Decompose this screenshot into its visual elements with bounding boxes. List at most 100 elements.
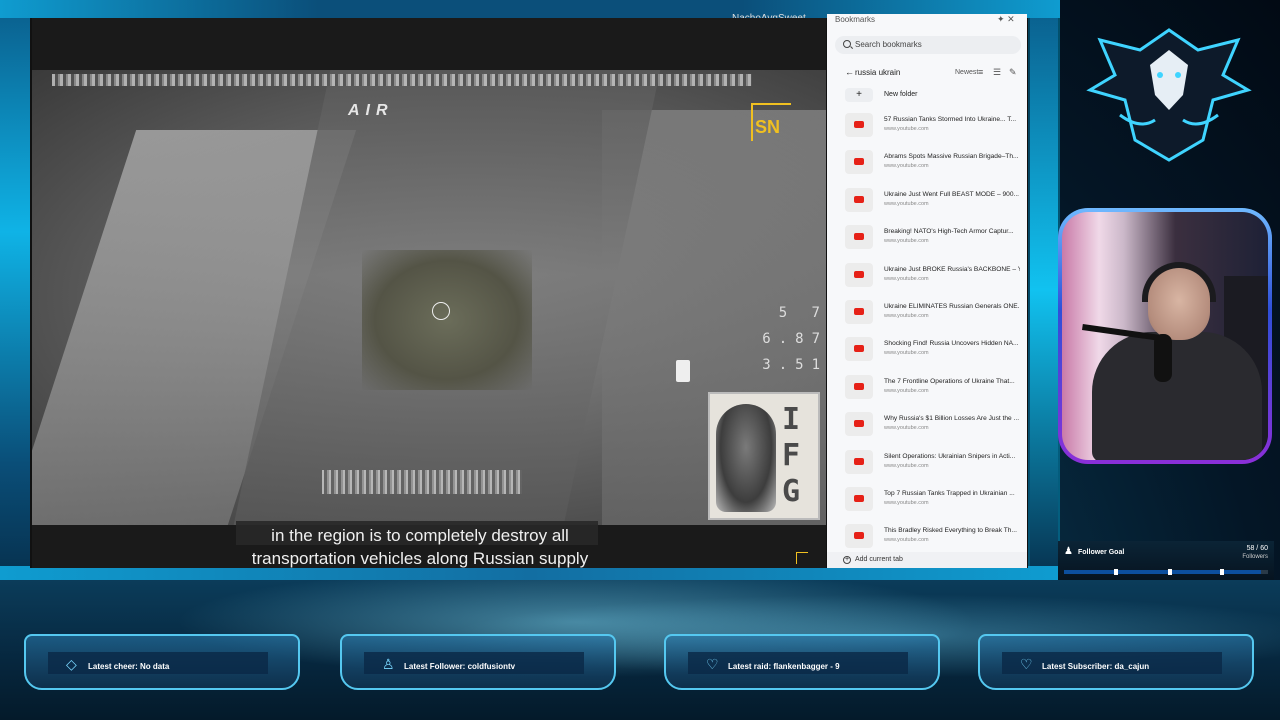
ifg-letter: I: [782, 402, 801, 437]
follower-goal-unit: Followers: [1242, 554, 1268, 560]
sort-icon[interactable]: ≡: [978, 67, 983, 77]
alert-latest-follower: ♙ Latest Follower: coldfusiontv: [340, 634, 616, 690]
bookmark-title: Ukraine Just Went Full BEAST MODE – 900.…: [884, 190, 1019, 198]
follower-goal-count: 58 / 60: [1246, 545, 1268, 552]
youtube-icon: [845, 412, 873, 437]
youtube-icon: [845, 150, 873, 175]
follower-icon: ♟: [1064, 546, 1073, 557]
add-icon: +: [843, 556, 851, 564]
heart-icon: ♡: [1020, 656, 1033, 672]
channel-watermark-logo: SN: [751, 103, 791, 141]
bookmark-item[interactable]: Top 7 Russian Tanks Trapped in Ukrainian…: [827, 482, 1027, 519]
ifg-letter: F: [782, 438, 801, 473]
youtube-icon: [845, 299, 873, 324]
bookmark-title: Ukraine ELIMINATES Russian Generals ONE.…: [884, 302, 1020, 310]
portrait-image: [716, 404, 776, 512]
bookmarks-title: Bookmarks: [835, 15, 876, 24]
bookmark-item[interactable]: 57 Russian Tanks Stormed Into Ukraine...…: [827, 108, 1027, 145]
youtube-icon: [845, 187, 873, 212]
video-static-top: [52, 74, 752, 86]
folder-header: ← russia ukrain Newest ≡ ☰ ✎: [835, 66, 1021, 82]
osd-telemetry: 5 7 6.87 3.51: [678, 300, 826, 378]
subtitle-line: in the region is to completely destroy a…: [271, 526, 569, 545]
bookmark-item[interactable]: Ukraine Just Went Full BEAST MODE – 900.…: [827, 183, 1027, 220]
youtube-icon: [845, 524, 873, 549]
bookmark-item[interactable]: Breaking! NATO's High-Tech Armor Captur.…: [827, 220, 1027, 257]
bookmark-url: www.youtube.com: [884, 425, 929, 432]
osd-line: 5 7: [778, 305, 826, 321]
new-folder-label: New folder: [884, 91, 918, 98]
dragon-logo: [1086, 28, 1252, 162]
add-current-tab-button[interactable]: + Add current tab: [827, 552, 1027, 568]
webcam-feed: [1062, 212, 1268, 460]
follower-goal-fill: [1064, 570, 1262, 574]
bookmark-title: Breaking! NATO's High-Tech Armor Captur.…: [884, 228, 1014, 236]
frame-left-glow: [0, 0, 30, 580]
back-arrow-icon[interactable]: ←: [845, 67, 854, 77]
osd-line: 3.51: [762, 357, 826, 373]
alert-latest-raid: ♡ Latest raid: flankenbagger - 9: [664, 634, 940, 690]
alert-text: Latest cheer: No data: [88, 662, 170, 671]
search-bookmarks-input[interactable]: Search bookmarks: [835, 36, 1021, 54]
bookmark-url: www.youtube.com: [884, 126, 929, 132]
person-icon: ♙: [382, 656, 395, 672]
bookmark-item[interactable]: Ukraine ELIMINATES Russian Generals ONE.…: [827, 295, 1027, 332]
osd-line: 6.87: [762, 331, 826, 347]
alert-text: Latest raid: flankenbagger - 9: [728, 662, 840, 671]
youtube-icon: [845, 486, 873, 511]
bookmark-item[interactable]: The 7 Frontline Operations of Ukraine Th…: [827, 370, 1027, 407]
bookmark-url: www.youtube.com: [884, 312, 929, 319]
youtube-icon: [845, 113, 873, 137]
subtitles: in the region is to completely destroy a…: [180, 524, 660, 570]
search-icon: [843, 40, 851, 48]
subtitle-line: transportation vehicles along Russian su…: [251, 549, 589, 568]
webcam-frame: [1058, 208, 1272, 464]
bookmark-list: 57 Russian Tanks Stormed Into Ukraine...…: [827, 108, 1027, 557]
bookmark-item[interactable]: Shocking Find! Russia Uncovers Hidden NA…: [827, 332, 1027, 369]
list-view-icon[interactable]: ☰: [993, 67, 1001, 78]
video-static-bottom: [322, 470, 522, 494]
video-player[interactable]: AIR 5 7 6.87 3.51 SN I F G: [32, 70, 826, 525]
folder-name: russia ukrain: [855, 68, 901, 77]
bookmark-title: The 7 Frontline Operations of Ukraine Th…: [884, 377, 1015, 385]
bookmark-title: 57 Russian Tanks Stormed Into Ukraine...…: [884, 116, 1017, 123]
youtube-icon: [845, 262, 873, 287]
bookmark-title: This Bradley Risked Everything to Break …: [884, 527, 1017, 535]
edit-icon[interactable]: ✎: [1009, 67, 1017, 78]
battery-icon: [676, 360, 690, 382]
close-icon[interactable]: ✕: [1007, 14, 1015, 24]
youtube-icon: [845, 374, 873, 399]
ifg-watermark: I F G: [708, 392, 820, 520]
bookmark-item[interactable]: Abrams Spots Massive Russian Brigade–Th.…: [827, 145, 1027, 182]
pin-icon[interactable]: ✦: [997, 14, 1005, 24]
target-vehicle: [362, 250, 532, 390]
frame-right-glow: [1030, 0, 1058, 580]
bookmark-title: Silent Operations: Ukrainian Snipers in …: [884, 452, 1016, 460]
follower-goal-progress: [1064, 569, 1268, 575]
youtube-icon: [845, 225, 873, 250]
alert-text: Latest Follower: coldfusiontv: [404, 662, 516, 671]
bookmark-url: www.youtube.com: [884, 499, 929, 506]
bookmark-item[interactable]: Ukraine Just BROKE Russia's BACKBONE – Y…: [827, 258, 1027, 295]
follower-goal-label: Follower Goal: [1078, 549, 1125, 556]
new-folder-button[interactable]: + New folder: [845, 88, 1021, 103]
bookmark-item[interactable]: Why Russia's $1 Billion Losses Are Just …: [827, 407, 1027, 444]
bookmark-title: Why Russia's $1 Billion Losses Are Just …: [884, 415, 1020, 423]
follower-goal-widget: ♟ Follower Goal 58 / 60 Followers: [1058, 541, 1274, 581]
alert-latest-cheer: ◇ Latest cheer: No data: [24, 634, 300, 690]
heart-icon: ♡: [706, 656, 719, 672]
crosshair-icon: [432, 302, 450, 320]
diamond-icon: ◇: [66, 656, 77, 672]
watermark-small-icon: [796, 552, 808, 564]
sort-dropdown[interactable]: Newest: [955, 69, 978, 76]
alert-latest-subscriber: ♡ Latest Subscriber: da_cajun: [978, 634, 1254, 690]
bookmark-item[interactable]: Silent Operations: Ukrainian Snipers in …: [827, 445, 1027, 482]
osd-air-label: AIR: [348, 102, 394, 119]
progress-tick: [1220, 569, 1224, 575]
ifg-letter: G: [782, 474, 801, 509]
youtube-icon: [845, 337, 873, 362]
bookmark-url: www.youtube.com: [884, 238, 929, 245]
alert-text: Latest Subscriber: da_cajun: [1042, 662, 1150, 671]
progress-tick: [1114, 569, 1118, 575]
streamer-body: [1092, 332, 1262, 460]
